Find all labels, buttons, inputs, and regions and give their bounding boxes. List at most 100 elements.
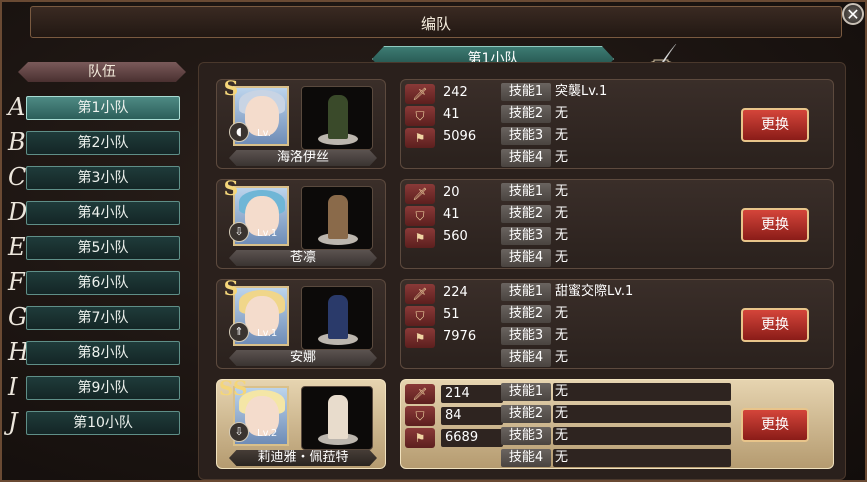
team-button[interactable]: 第6小队 (26, 271, 180, 295)
team-row: E 第5小队 (2, 232, 192, 262)
shield-icon: ⛉ (405, 106, 435, 126)
skill-value: 无 (555, 228, 569, 243)
skill-value: 无 (555, 250, 569, 265)
team-button[interactable]: 第5小队 (26, 236, 180, 260)
skill-value: 无 (555, 184, 569, 199)
team-button[interactable]: 第3小队 (26, 166, 180, 190)
stat-value-defense: 84 (441, 407, 503, 425)
close-icon: ✕ (846, 5, 860, 24)
flag-icon: ⚑ (405, 328, 435, 348)
skill-row: 技能3 无 (501, 326, 741, 346)
sprite-figure (328, 195, 348, 239)
team-row: C 第3小队 (2, 162, 192, 192)
skill-row: 技能2 无 (501, 104, 741, 124)
skill-label: 技能2 (501, 405, 551, 423)
team-row: B 第2小队 (2, 127, 192, 157)
skill-value: 无 (555, 150, 569, 165)
change-button[interactable]: 更换 (741, 408, 809, 442)
change-button[interactable]: 更换 (741, 108, 809, 142)
team-row: A 第1小队 (2, 92, 192, 122)
team-row: H 第8小队 (2, 337, 192, 367)
stat-value-defense: 41 (443, 107, 460, 122)
stat-value-attack: 242 (443, 85, 468, 100)
unit-sprite (301, 386, 373, 450)
skill-value: 突襲Lv.1 (555, 84, 608, 99)
skill-row: 技能3 无 (501, 126, 741, 146)
stat-value-defense: 41 (443, 207, 460, 222)
unit-name: 安娜 (229, 350, 377, 366)
unit-sprite (301, 86, 373, 150)
skill-row: 技能4 无 (501, 348, 741, 368)
skill-label: 技能1 (501, 83, 551, 101)
stat-value-cost: 5096 (443, 129, 477, 144)
title-bar: 编队 (30, 6, 842, 38)
team-button[interactable]: 第2小队 (26, 131, 180, 155)
class-icon: ◖ (229, 122, 249, 142)
skill-label: 技能4 (501, 149, 551, 167)
skill-value: 无 (553, 405, 731, 423)
skill-value: 甜蜜交際Lv.1 (555, 284, 634, 299)
team-button[interactable]: 第4小队 (26, 201, 180, 225)
skill-label: 技能4 (501, 449, 551, 467)
skill-value: 无 (553, 383, 731, 401)
change-button[interactable]: 更换 (741, 208, 809, 242)
unit-card[interactable]: S ⇑ Lv.1 安娜 (216, 276, 386, 369)
team-row: D 第4小队 (2, 197, 192, 227)
class-icon: ⇑ (229, 322, 249, 342)
sword-icon: 🗡 (405, 284, 435, 304)
team-button[interactable]: 第7小队 (26, 306, 180, 330)
unit-stats: 🗡 242 ⛉ 41 ⚑ 5096 技能1 突襲Lv.1 技能2 无技能3 无技能4 无 更换 (400, 79, 834, 169)
sword-icon: 🗡 (405, 384, 435, 404)
rank-badge: S (223, 276, 239, 300)
unit-card[interactable]: S ◖ Lv. 海洛伊丝 (216, 76, 386, 169)
skill-row: 技能4 无 (501, 148, 741, 168)
skill-row: 技能1 甜蜜交際Lv.1 (501, 282, 741, 302)
skill-row: 技能4 无 (501, 448, 741, 468)
stat-value-defense: 51 (443, 307, 460, 322)
change-button[interactable]: 更换 (741, 308, 809, 342)
skill-value: 无 (553, 427, 731, 445)
unit-name: 莉迪雅・佩菈特 (229, 450, 377, 466)
close-button[interactable]: ✕ (842, 3, 864, 25)
level-text: Lv.1 (257, 228, 278, 239)
rank-badge: S (223, 176, 239, 200)
unit-stats: 🗡 20 ⛉ 41 ⚑ 560 技能1 无技能2 无技能3 无技能4 无更换 (400, 179, 834, 269)
sprite-figure (328, 95, 348, 139)
skill-label: 技能4 (501, 249, 551, 267)
skill-value: 无 (555, 128, 569, 143)
sprite-figure (328, 395, 348, 439)
unit-card[interactable]: SS ⇩ Lv.2 莉迪雅・佩菈特 (216, 376, 386, 469)
unit-stats: 🗡 224 ⛉ 51 ⚑ 7976 技能1 甜蜜交際Lv.1 技能2 无技能3 无技能4 无 更换 (400, 279, 834, 369)
team-row: I 第9小队 (2, 372, 192, 402)
skill-label: 技能2 (501, 305, 551, 323)
shield-icon: ⛉ (405, 306, 435, 326)
sidebar-label: 队伍 (18, 62, 186, 82)
flag-icon: ⚑ (405, 428, 435, 448)
team-row: F 第6小队 (2, 267, 192, 297)
unit-name: 海洛伊丝 (229, 150, 377, 166)
skill-label: 技能2 (501, 205, 551, 223)
shield-icon: ⛉ (405, 406, 435, 426)
team-button[interactable]: 第8小队 (26, 341, 180, 365)
skill-row: 技能1 突襲Lv.1 (501, 82, 741, 102)
unit-card[interactable]: S ⇩ Lv.1 苍凛 (216, 176, 386, 269)
unit-sprite (301, 186, 373, 250)
sword-icon: 🗡 (405, 84, 435, 104)
skill-label: 技能3 (501, 427, 551, 445)
stat-value-cost: 7976 (443, 329, 477, 344)
team-button[interactable]: 第9小队 (26, 376, 180, 400)
team-button[interactable]: 第10小队 (26, 411, 180, 435)
team-button[interactable]: 第1小队 (26, 96, 180, 120)
skill-value: 无 (553, 449, 731, 467)
flag-icon: ⚑ (405, 128, 435, 148)
skill-row: 技能3 无 (501, 226, 741, 246)
skill-label: 技能3 (501, 127, 551, 145)
skill-row: 技能2 无 (501, 304, 741, 324)
shield-icon: ⛉ (405, 206, 435, 226)
skill-label: 技能1 (501, 283, 551, 301)
skill-label: 技能4 (501, 349, 551, 367)
class-icon: ⇩ (229, 422, 249, 442)
rank-badge: SS (219, 376, 248, 400)
stat-value-attack: 20 (443, 185, 460, 200)
stat-value-cost: 6689 (441, 429, 503, 447)
